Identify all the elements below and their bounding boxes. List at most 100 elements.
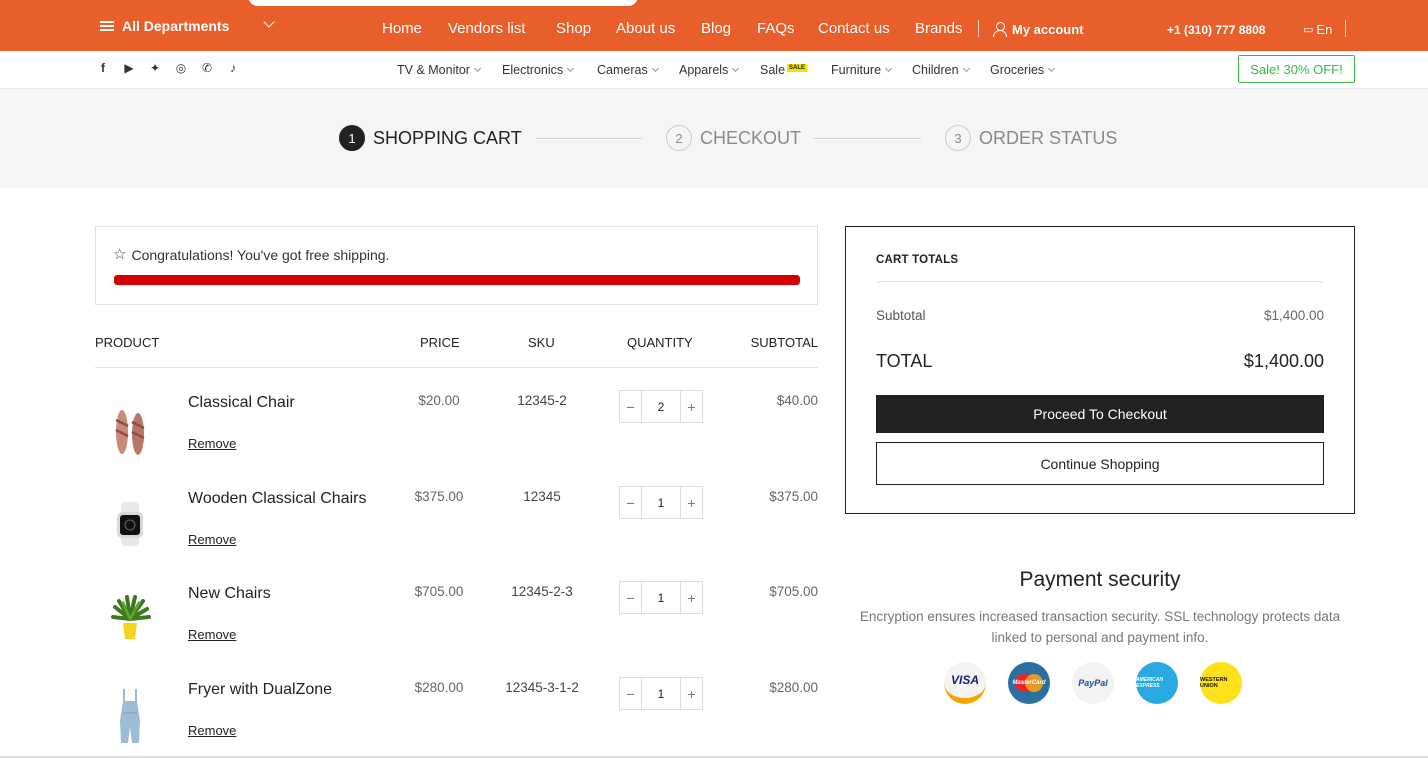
category-children[interactable]: Children	[912, 63, 970, 77]
proceed-to-checkout-button[interactable]: Proceed To Checkout	[876, 395, 1324, 433]
nav-shop[interactable]: Shop	[556, 20, 591, 37]
youtube-icon[interactable]: ▶	[122, 61, 136, 75]
language-selector[interactable]: ▭ En	[1303, 22, 1332, 37]
category-label: Furniture	[831, 63, 882, 77]
table-row: Wooden Classical Chairs Remove $375.00 1…	[95, 472, 818, 567]
product-name[interactable]: Wooden Classical Chairs	[188, 490, 366, 508]
chevron-down-icon	[473, 64, 481, 73]
cart-table-header: PRODUCT PRICE SKU QUANTITY SUBTOTAL	[95, 326, 818, 368]
my-account-label: My account	[1012, 22, 1084, 37]
category-apparels[interactable]: Apparels	[679, 63, 740, 77]
quantity-input[interactable]: 1	[641, 582, 681, 613]
phone-number[interactable]: +1 (310) 777 8808	[1167, 23, 1265, 37]
nav-home[interactable]: Home	[382, 20, 422, 37]
tiktok-icon[interactable]: ♪	[226, 61, 240, 75]
table-row: Classical Chair Remove $20.00 12345-2 − …	[95, 376, 818, 471]
product-sku: 12345-2-3	[511, 584, 573, 599]
product-name[interactable]: Classical Chair	[188, 394, 295, 412]
decrease-quantity-button[interactable]: −	[620, 487, 641, 518]
remove-button[interactable]: Remove	[188, 436, 236, 451]
chevron-down-icon	[567, 64, 575, 73]
sale-promo-button[interactable]: Sale! 30% OFF!	[1238, 55, 1355, 83]
product-price: $280.00	[414, 680, 464, 695]
step-label: SHOPPING CART	[373, 127, 522, 148]
quantity-input[interactable]: 2	[641, 391, 681, 422]
category-bar: f ▶ ✦ ◎ ✆ ♪ TV & Monitor Electronics Cam…	[0, 51, 1428, 89]
header-quantity: QUANTITY	[627, 335, 693, 350]
payment-cards: VISA MasterCard PayPal AMERICAN EXPRESS …	[944, 662, 1242, 704]
category-sale[interactable]: Sale SALE	[760, 63, 808, 77]
paypal-icon: PayPal	[1072, 662, 1114, 704]
top-bar: All Departments Home Vendors list Shop A…	[0, 0, 1428, 51]
product-name[interactable]: Fryer with DualZone	[188, 681, 332, 699]
continue-shopping-button[interactable]: Continue Shopping	[876, 442, 1324, 485]
category-tv-monitor[interactable]: TV & Monitor	[397, 63, 481, 77]
category-label: Children	[912, 63, 959, 77]
instagram-icon[interactable]: ◎	[174, 61, 188, 75]
product-price: $705.00	[414, 584, 464, 599]
card-label: WESTERN UNION	[1200, 677, 1228, 689]
nav-blog[interactable]: Blog	[701, 20, 731, 37]
quantity-stepper: − 1 +	[619, 677, 703, 710]
twitter-icon[interactable]: ✦	[148, 61, 162, 75]
step-number: 3	[945, 125, 971, 151]
chevron-down-icon	[962, 64, 970, 73]
star-icon: ☆	[113, 246, 127, 263]
chevron-down-icon	[1048, 64, 1056, 73]
increase-quantity-button[interactable]: +	[681, 582, 702, 613]
product-image-denim-romper[interactable]	[105, 685, 155, 745]
free-shipping-progress-fill	[114, 275, 800, 285]
table-row: Fryer with DualZone Remove $280.00 12345…	[95, 663, 818, 758]
nav-vendors-list[interactable]: Vendors list	[448, 20, 526, 37]
step-connector	[536, 138, 642, 139]
product-image-smartwatch[interactable]	[105, 494, 155, 554]
step-connector	[813, 138, 921, 139]
step-label: CHECKOUT	[700, 127, 802, 148]
chevron-down-icon	[732, 64, 740, 73]
card-label: MasterCard	[1012, 680, 1046, 686]
product-name[interactable]: New Chairs	[188, 585, 271, 603]
increase-quantity-button[interactable]: +	[681, 487, 702, 518]
category-label: Cameras	[597, 63, 648, 77]
product-image-sandals[interactable]	[105, 398, 155, 458]
decrease-quantity-button[interactable]: −	[620, 391, 641, 422]
quantity-input[interactable]: 1	[641, 678, 681, 709]
nav-contact-us[interactable]: Contact us	[818, 20, 890, 37]
remove-button[interactable]: Remove	[188, 723, 236, 738]
product-image-potted-plant[interactable]	[105, 589, 155, 649]
quantity-input[interactable]: 1	[641, 487, 681, 518]
western-union-icon: WESTERN UNION	[1200, 662, 1242, 704]
step-order-status: 3 ORDER STATUS	[945, 125, 1117, 151]
category-groceries[interactable]: Groceries	[990, 63, 1056, 77]
row-subtotal: $375.00	[769, 489, 818, 504]
mastercard-icon: MasterCard	[1008, 662, 1050, 704]
facebook-icon[interactable]: f	[96, 61, 110, 75]
header-sku: SKU	[528, 335, 555, 350]
decrease-quantity-button[interactable]: −	[620, 582, 641, 613]
header-subtotal: SUBTOTAL	[750, 335, 818, 350]
remove-button[interactable]: Remove	[188, 532, 236, 547]
step-shopping-cart: 1 SHOPPING CART	[339, 125, 522, 151]
nav-divider	[978, 20, 979, 37]
category-electronics[interactable]: Electronics	[502, 63, 575, 77]
category-label: TV & Monitor	[397, 63, 470, 77]
nav-faqs[interactable]: FAQs	[757, 20, 795, 37]
category-furniture[interactable]: Furniture	[831, 63, 893, 77]
nav-brands[interactable]: Brands	[915, 20, 963, 37]
row-subtotal: $280.00	[769, 680, 818, 695]
product-price: $20.00	[418, 393, 460, 408]
sale-badge: SALE	[787, 64, 808, 72]
my-account-link[interactable]: My account	[993, 22, 1084, 37]
step-label: ORDER STATUS	[979, 127, 1118, 148]
category-label: Apparels	[679, 63, 729, 77]
language-icon: ▭	[1303, 24, 1314, 36]
category-cameras[interactable]: Cameras	[597, 63, 659, 77]
nav-about-us[interactable]: About us	[616, 20, 675, 37]
visa-icon: VISA	[944, 662, 986, 704]
chevron-down-icon	[884, 64, 893, 73]
increase-quantity-button[interactable]: +	[681, 391, 702, 422]
whatsapp-icon[interactable]: ✆	[200, 61, 214, 75]
increase-quantity-button[interactable]: +	[681, 678, 702, 709]
decrease-quantity-button[interactable]: −	[620, 678, 641, 709]
remove-button[interactable]: Remove	[188, 627, 236, 642]
